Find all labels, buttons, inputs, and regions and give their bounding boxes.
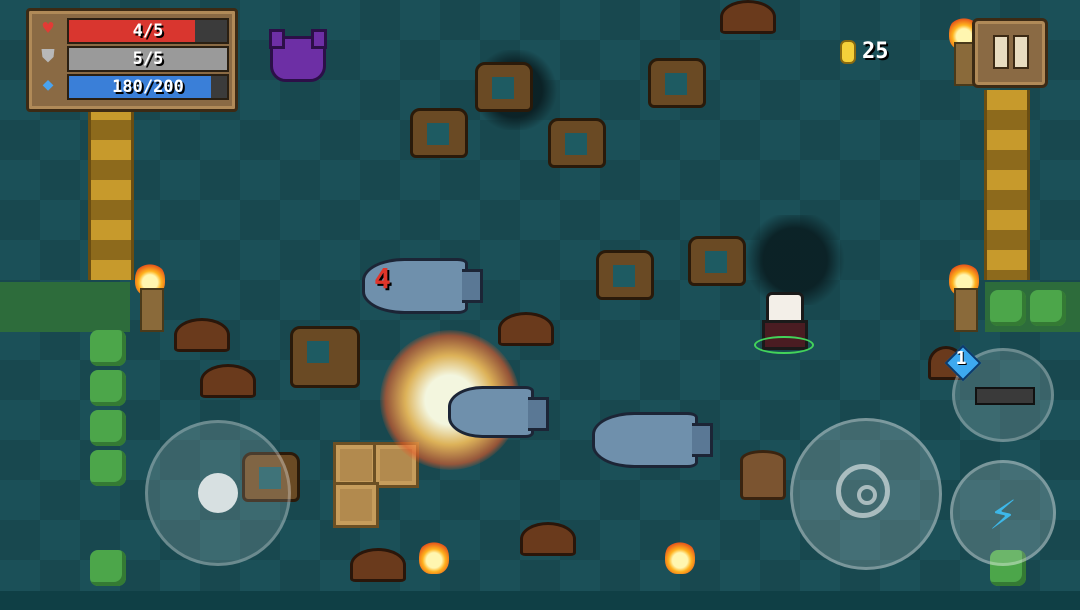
health-text: 4/5 (132, 21, 164, 41)
coin-counter: 25 (840, 38, 889, 66)
damage-number: 4 (374, 262, 391, 295)
pause-button[interactable] (972, 18, 1048, 88)
torch (660, 540, 700, 610)
armor-row: ⛊ 5/5 (37, 45, 229, 72)
skill-button[interactable]: ⚡ (950, 460, 1056, 566)
attack-button[interactable] (790, 418, 942, 570)
bush (90, 330, 126, 366)
enemy-mole (200, 364, 256, 398)
stats-panel: ♥ 4/5 ⛊ 5/5 ◆ 180/200 (26, 8, 238, 112)
enemy-shark (448, 386, 549, 438)
energy-text: 180/200 (112, 77, 184, 97)
gold-spike-pillar (984, 90, 1030, 280)
energy-row: ◆ 180/200 (37, 73, 229, 100)
boss-demon-icon (269, 29, 327, 82)
left-wall (0, 282, 130, 332)
enemy-mole (498, 312, 554, 346)
health-bar: 4/5 (67, 18, 229, 44)
enemy-mole (174, 318, 230, 352)
health-row: ♥ 4/5 (37, 17, 229, 44)
bush (90, 450, 126, 486)
energy-cost-text: 1 (955, 348, 967, 369)
wooden-crate (333, 482, 379, 528)
heart-icon: ♥ (42, 18, 54, 39)
enemy-treant (548, 118, 606, 168)
rifle-icon (975, 387, 1035, 405)
energy-diamond-icon: ◆ (42, 74, 54, 95)
bush (1030, 290, 1066, 326)
movement-joystick[interactable] (145, 420, 291, 566)
enemy-treant (688, 236, 746, 286)
enemy-treant (648, 58, 706, 108)
enemy-treant (475, 62, 533, 112)
gold-spike-pillar (88, 100, 134, 280)
bush (90, 410, 126, 446)
crosshair-icon (836, 464, 890, 518)
energy-bar: 180/200 (67, 74, 229, 100)
pause-icon (1013, 35, 1029, 69)
coin-count: 25 (862, 39, 889, 64)
flame-icon (419, 540, 449, 574)
enemy-mole (520, 522, 576, 556)
enemy-treant (596, 250, 654, 300)
flame-icon (665, 540, 695, 574)
pause-icon (993, 35, 1009, 69)
torch (414, 540, 454, 610)
armor-bar: 5/5 (67, 46, 229, 72)
bush (990, 290, 1026, 326)
weapon-energy-cost: 1 (944, 344, 982, 382)
bush (90, 550, 126, 586)
enemy-treant (290, 326, 360, 388)
enemy-mole (720, 0, 776, 34)
coin-icon (840, 40, 856, 64)
joystick-knob[interactable] (198, 473, 238, 513)
bush (90, 370, 126, 406)
player-character (754, 292, 814, 354)
armor-text: 5/5 (132, 49, 164, 69)
enemy-shark (592, 412, 713, 468)
enemy-mole (350, 548, 406, 582)
torch (130, 262, 170, 332)
torch (944, 262, 984, 332)
shield-icon: ⛊ (41, 46, 55, 67)
tree-stump (740, 450, 786, 500)
enemy-treant (410, 108, 468, 158)
lightning-bolt-icon: ⚡ (989, 486, 1017, 540)
